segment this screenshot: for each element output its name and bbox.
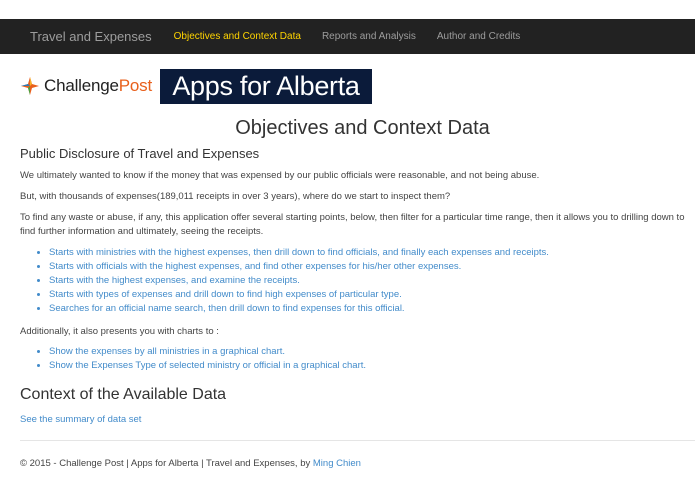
logo-bar: ChallengePost Apps for Alberta: [20, 68, 372, 104]
nav-reports[interactable]: Reports and Analysis: [322, 31, 416, 42]
intro-paragraph: We ultimately wanted to know if the mone…: [20, 170, 540, 181]
challengepost-star-icon: [21, 77, 39, 95]
list-item: Starts with types of expenses and drill …: [49, 288, 549, 302]
list-item: Starts with the highest expenses, and ex…: [49, 274, 549, 288]
start-officials-link[interactable]: Starts with officials with the highest e…: [49, 261, 461, 272]
list-item: Starts with ministries with the highest …: [49, 246, 549, 260]
navbar: Travel and Expenses Objectives and Conte…: [0, 19, 695, 54]
challengepost-logo[interactable]: ChallengePost: [20, 76, 152, 96]
nav-author[interactable]: Author and Credits: [437, 31, 520, 42]
page-title: Objectives and Context Data: [235, 117, 490, 139]
start-highest-expenses-link[interactable]: Starts with the highest expenses, and ex…: [49, 275, 300, 286]
challengepost-wordmark: ChallengePost: [44, 76, 152, 95]
author-link[interactable]: Ming Chien: [313, 458, 361, 469]
section-heading: Public Disclosure of Travel and Expenses: [20, 146, 260, 161]
footer: © 2015 - Challenge Post | Apps for Alber…: [20, 458, 361, 469]
footer-text: © 2015 - Challenge Post | Apps for Alber…: [20, 458, 313, 469]
charts-intro-paragraph: Additionally, it also presents you with …: [20, 326, 219, 337]
list-item: Show the expenses by all ministries in a…: [49, 345, 366, 359]
apps-for-alberta-logo[interactable]: Apps for Alberta: [159, 68, 372, 104]
approach-paragraph: To find any waste or abuse, if any, this…: [20, 212, 685, 237]
top-strip: [0, 0, 695, 19]
expense-type-chart-link[interactable]: Show the Expenses Type of selected minis…: [49, 360, 366, 371]
start-expense-types-link[interactable]: Starts with types of expenses and drill …: [49, 289, 402, 300]
footer-divider: [20, 440, 695, 441]
list-item: Searches for an official name search, th…: [49, 302, 549, 316]
context-heading: Context of the Available Data: [20, 386, 227, 403]
start-ministries-link[interactable]: Starts with ministries with the highest …: [49, 247, 549, 258]
navbar-brand[interactable]: Travel and Expenses: [30, 29, 152, 44]
starting-points-list: Starts with ministries with the highest …: [35, 246, 549, 316]
charts-list: Show the expenses by all ministries in a…: [35, 345, 366, 373]
list-item: Show the Expenses Type of selected minis…: [49, 359, 366, 373]
summary-link[interactable]: See the summary of data set: [20, 414, 141, 425]
list-item: Starts with officials with the highest e…: [49, 260, 549, 274]
nav-objectives[interactable]: Objectives and Context Data: [174, 31, 301, 42]
ministries-chart-link[interactable]: Show the expenses by all ministries in a…: [49, 346, 285, 357]
official-search-link[interactable]: Searches for an official name search, th…: [49, 303, 405, 314]
question-paragraph: But, with thousands of expenses(189,011 …: [20, 191, 451, 202]
